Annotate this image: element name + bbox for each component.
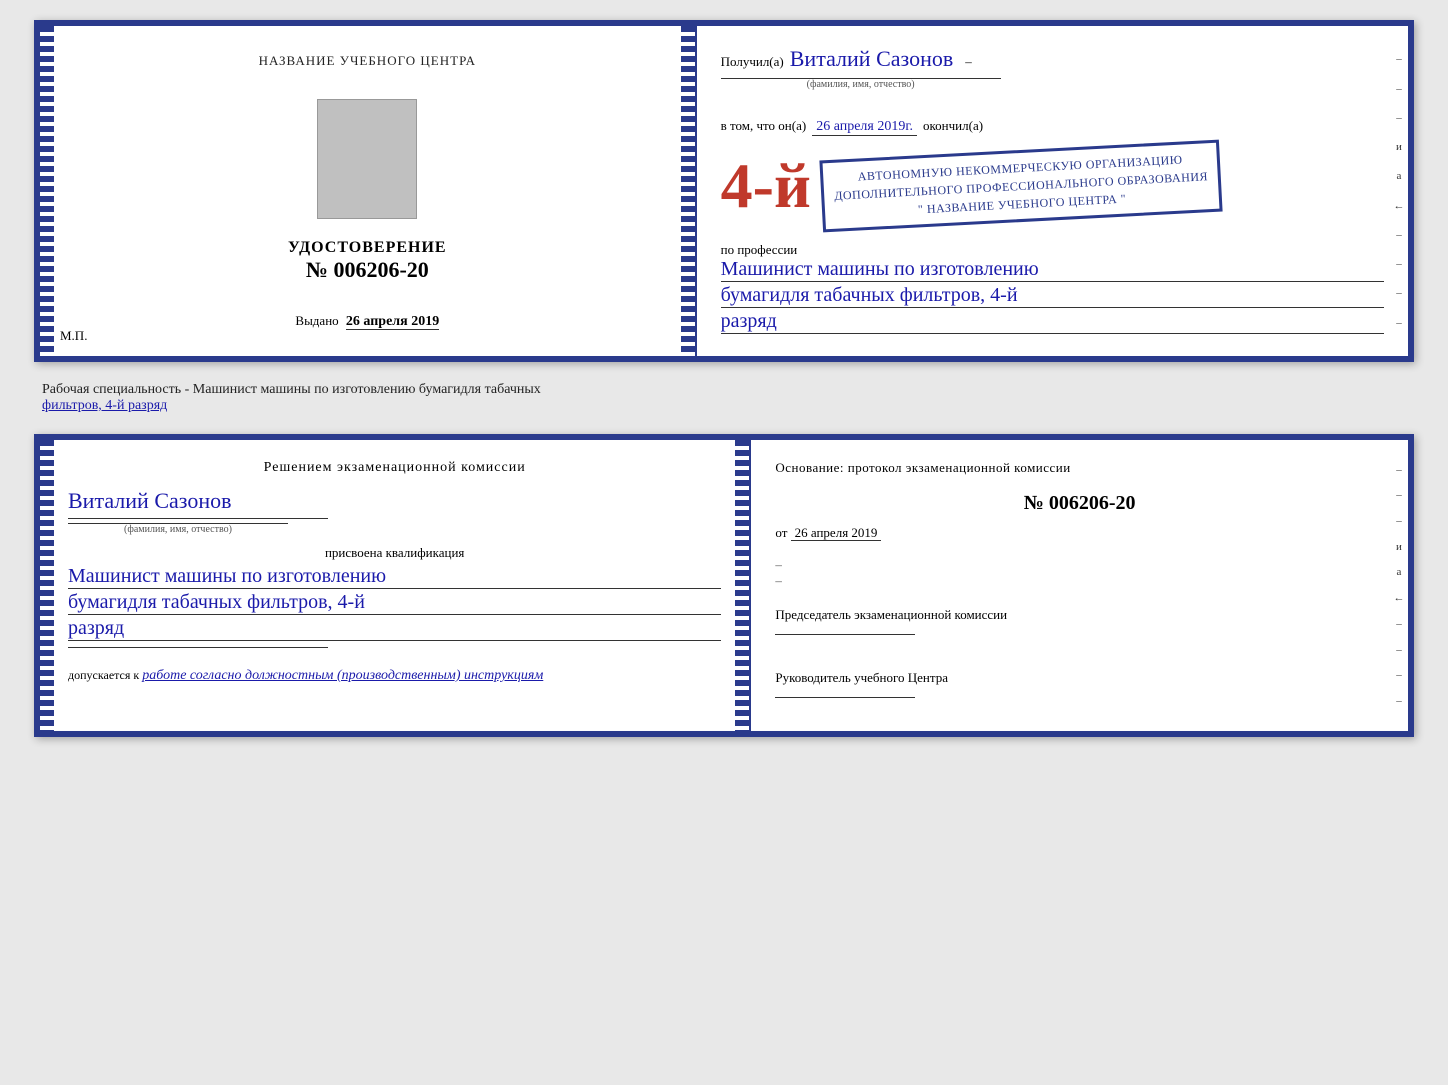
date-label: от [775,525,787,540]
vtom-label: в том, что он(а) [721,118,807,134]
training-center-heading: НАЗВАНИЕ УЧЕБНОГО ЦЕНТРА [259,53,476,69]
recipient-name: Виталий Сазонов [790,46,953,72]
qual-line3: разряд [68,617,721,641]
assigned-label: присвоена квалификация [68,545,721,561]
cert-number: № 006206-20 [288,257,447,283]
issued-line: Выдано 26 апреля 2019 [295,313,439,330]
bottom-left-right-border [735,440,749,731]
received-label: Получил(а) [721,54,784,70]
protocol-date: от 26 апреля 2019 [775,525,1384,541]
allowed-text: допускается к работе согласно должностны… [68,668,721,684]
director-sign-line [775,697,915,698]
issued-label: Выдано [295,313,338,328]
mp-label: М.П. [60,328,87,344]
stamp-box: АВТОНОМНУЮ НЕКОММЕРЧЕСКУЮ ОРГАНИЗАЦИЮ ДО… [819,140,1222,233]
bottom-certificate: Решением экзаменационной комиссии Витали… [34,434,1414,737]
qual-underline [68,647,328,648]
qual-line1: Машинист машины по изготовлению [68,565,721,589]
middle-text: Рабочая специальность - Машинист машины … [34,378,1414,418]
bottom-left-border [40,440,54,731]
photo-placeholder [317,99,417,219]
date-value: 26 апреля 2019 [791,525,882,541]
basis-heading: Основание: протокол экзаменационной коми… [775,460,1384,476]
chairman-label: Председатель экзаменационной комиссии [775,605,1384,626]
top-certificate: НАЗВАНИЕ УЧЕБНОГО ЦЕНТРА УДОСТОВЕРЕНИЕ №… [34,20,1414,362]
person-sublabel: (фамилия, имя, отчество) [68,523,288,535]
right-decorative: – – – и а ← – – – – [1390,26,1408,356]
left-border-decoration [40,26,54,356]
chairman-sign-line [775,634,915,635]
decision-heading: Решением экзаменационной комиссии [68,460,721,476]
recipient-sublabel: (фамилия, имя, отчество) [721,78,1001,90]
profession-label: по профессии [721,242,1384,258]
profession-line2: бумагидля табачных фильтров, 4-й [721,284,1384,308]
okончил-label: окончил(а) [923,118,983,134]
allowed-value: работе согласно должностным (производств… [142,668,543,683]
top-cert-left: НАЗВАНИЕ УЧЕБНОГО ЦЕНТРА УДОСТОВЕРЕНИЕ №… [40,26,697,356]
allowed-label: допускается к [68,668,139,682]
profession-line3: разряд [721,310,1384,334]
bottom-right-decorative: – – – и а ← – – – – [1390,440,1408,731]
issued-date: 26 апреля 2019 [346,314,439,330]
director-label: Руководитель учебного Центра [775,668,1384,689]
protocol-number: № 006206-20 [775,492,1384,515]
right-border-decoration-left-panel [681,26,695,356]
qual-line2: бумагидля табачных фильтров, 4-й [68,591,721,615]
cert-number-section: УДОСТОВЕРЕНИЕ № 006206-20 [288,239,447,283]
cert-word: УДОСТОВЕРЕНИЕ [288,239,447,257]
cert-date: 26 апреля 2019г. [812,119,917,136]
top-cert-right: Получил(а) Виталий Сазонов – (фамилия, и… [697,26,1408,356]
bottom-cert-right: Основание: протокол экзаменационной коми… [751,440,1408,731]
middle-main-text: Рабочая специальность - Машинист машины … [42,382,541,397]
middle-underline-text: фильтров, 4-й разряд [42,398,167,413]
bottom-cert-left: Решением экзаменационной комиссии Витали… [40,440,751,731]
name-underline [68,518,328,519]
profession-line1: Машинист машины по изготовлению [721,258,1384,282]
course-number: 4-й [721,154,811,218]
bottom-person-name: Виталий Сазонов [68,488,231,513]
